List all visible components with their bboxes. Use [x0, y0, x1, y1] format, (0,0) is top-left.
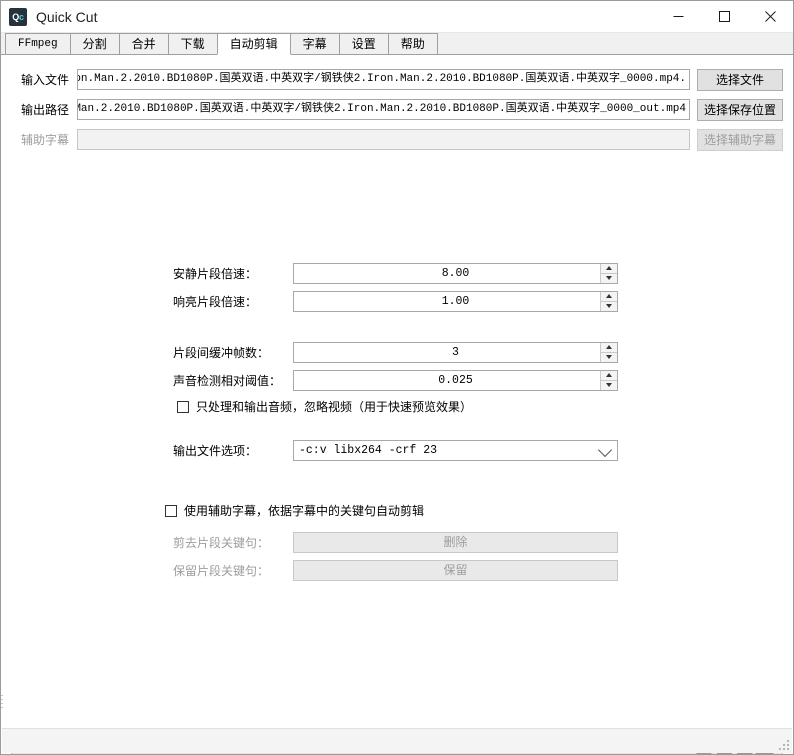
threshold-spinbox[interactable]: 0.025 [293, 369, 618, 391]
loud-speed-row: 响亮片段倍速： 1.00 [173, 290, 618, 312]
loud-speed-spin-buttons [600, 291, 617, 311]
tab-download[interactable]: 下载 [167, 33, 218, 54]
threshold-spin-buttons [600, 370, 617, 390]
app-icon-letter-q: Q [12, 11, 19, 22]
arrow-up-icon [606, 266, 612, 270]
buffer-frames-value: 3 [452, 345, 459, 359]
loud-speed-increment-button[interactable] [601, 291, 617, 302]
quiet-speed-spin-buttons [600, 263, 617, 283]
arrow-down-icon [606, 383, 612, 387]
output-path-field[interactable]: n.Man.2.2010.BD1080P.国英双语.中英双字/钢铁侠2.Iron… [77, 99, 690, 120]
tab-ffmpeg[interactable]: FFmpeg [5, 33, 71, 54]
close-button[interactable] [747, 1, 793, 32]
tab-settings[interactable]: 设置 [338, 33, 389, 54]
tab-help[interactable]: 帮助 [387, 33, 438, 54]
output-options-value: -c:v libx264 -crf 23 [299, 443, 438, 457]
buffer-frames-row: 片段间缓冲帧数： 3 [173, 341, 618, 363]
chevron-down-icon [597, 442, 613, 457]
tab-auto-cut[interactable]: 自动剪辑 [216, 33, 291, 55]
maximize-button[interactable] [701, 1, 747, 32]
input-file-label: 输入文件 [20, 73, 69, 87]
loud-speed-value: 1.00 [441, 294, 470, 308]
subtitle-file-field [77, 129, 690, 150]
output-options-label: 输出文件选项： [173, 443, 258, 458]
app-icon: Qc [9, 7, 27, 26]
loud-speed-decrement-button[interactable] [601, 301, 617, 311]
window-controls [655, 1, 793, 32]
quiet-speed-spinbox[interactable]: 8.00 [293, 262, 618, 284]
buffer-frames-label: 片段间缓冲帧数： [173, 345, 270, 360]
choose-file-button[interactable]: 选择文件 [697, 68, 783, 91]
tab-subtitle[interactable]: 字幕 [289, 33, 340, 54]
keep-keywords-label: 保留片段关键句： [173, 563, 270, 578]
scroll-marker [1, 695, 3, 711]
title-bar: Qc Quick Cut [1, 1, 793, 33]
audio-only-checkbox[interactable] [177, 400, 189, 413]
audio-only-label: 只处理和输出音频，忽略视频（用于快速预览效果） [196, 400, 473, 414]
status-bar [2, 728, 792, 753]
loud-speed-spinbox[interactable]: 1.00 [293, 290, 618, 312]
tab-merge[interactable]: 合并 [118, 33, 169, 54]
use-subtitle-label: 使用辅助字幕，依据字幕中的关键句自动剪辑 [184, 504, 425, 518]
output-options-combobox[interactable]: -c:v libx264 -crf 23 [293, 439, 618, 461]
quiet-speed-decrement-button[interactable] [601, 273, 617, 283]
quiet-speed-label: 安静片段倍速： [173, 266, 258, 281]
auto-cut-panel: 输入文件 .Iron.Man.2.2010.BD1080P.国英双语.中英双字/… [1, 55, 793, 754]
arrow-down-icon [606, 355, 612, 359]
buffer-frames-spin-buttons [600, 342, 617, 362]
input-file-row: 输入文件 .Iron.Man.2.2010.BD1080P.国英双语.中英双字/… [1, 68, 793, 91]
audio-only-checkbox-row[interactable]: 只处理和输出音频，忽略视频（用于快速预览效果） [177, 398, 472, 415]
tab-split[interactable]: 分割 [69, 33, 120, 54]
buffer-frames-increment-button[interactable] [601, 342, 617, 353]
output-path-row: 输出路径 n.Man.2.2010.BD1080P.国英双语.中英双字/钢铁侠2… [1, 98, 793, 121]
loud-speed-label: 响亮片段倍速： [173, 294, 258, 309]
threshold-row: 声音检测相对阈值： 0.025 [173, 369, 618, 391]
resize-grip[interactable] [779, 740, 789, 750]
window-title: Quick Cut [36, 8, 98, 25]
keep-keywords-row: 保留片段关键句： 保留 [173, 559, 618, 581]
choose-subtitle-button: 选择辅助字幕 [697, 128, 783, 151]
quiet-speed-row: 安静片段倍速： 8.00 [173, 262, 618, 284]
subtitle-file-row: 辅助字幕 选择辅助字幕 [1, 128, 793, 151]
minimize-button[interactable] [655, 1, 701, 32]
use-subtitle-checkbox[interactable] [165, 504, 177, 517]
output-options-row: 输出文件选项： -c:v libx264 -crf 23 [173, 439, 618, 461]
quiet-speed-increment-button[interactable] [601, 263, 617, 274]
arrow-down-icon [606, 276, 612, 280]
arrow-down-icon [606, 304, 612, 308]
threshold-increment-button[interactable] [601, 370, 617, 381]
arrow-up-icon [606, 294, 612, 298]
keep-keywords-field: 保留 [293, 559, 618, 581]
subtitle-file-label: 辅助字幕 [20, 133, 69, 147]
quick-cut-window: Qc Quick Cut FFmpeg 分割 合并 下载 自动剪辑 字幕 设置 … [0, 0, 794, 755]
arrow-up-icon [606, 345, 612, 349]
buffer-frames-spinbox[interactable]: 3 [293, 341, 618, 363]
threshold-value: 0.025 [438, 373, 473, 387]
choose-save-location-button[interactable]: 选择保存位置 [697, 98, 783, 121]
output-path-label: 输出路径 [20, 103, 69, 117]
quiet-speed-value: 8.00 [441, 266, 470, 280]
cut-keywords-label: 剪去片段关键句： [173, 535, 270, 550]
buffer-frames-decrement-button[interactable] [601, 352, 617, 362]
input-file-field[interactable]: .Iron.Man.2.2010.BD1080P.国英双语.中英双字/钢铁侠2.… [77, 69, 690, 90]
cut-keywords-row: 剪去片段关键句： 删除 [173, 531, 618, 553]
tab-bar: FFmpeg 分割 合并 下载 自动剪辑 字幕 设置 帮助 [1, 33, 793, 55]
app-icon-letter-c: c [18, 11, 24, 22]
arrow-up-icon [606, 373, 612, 377]
threshold-label: 声音检测相对阈值： [173, 373, 282, 388]
cut-keywords-field: 删除 [293, 531, 618, 553]
use-subtitle-checkbox-row[interactable]: 使用辅助字幕，依据字幕中的关键句自动剪辑 [165, 502, 424, 519]
threshold-decrement-button[interactable] [601, 380, 617, 390]
